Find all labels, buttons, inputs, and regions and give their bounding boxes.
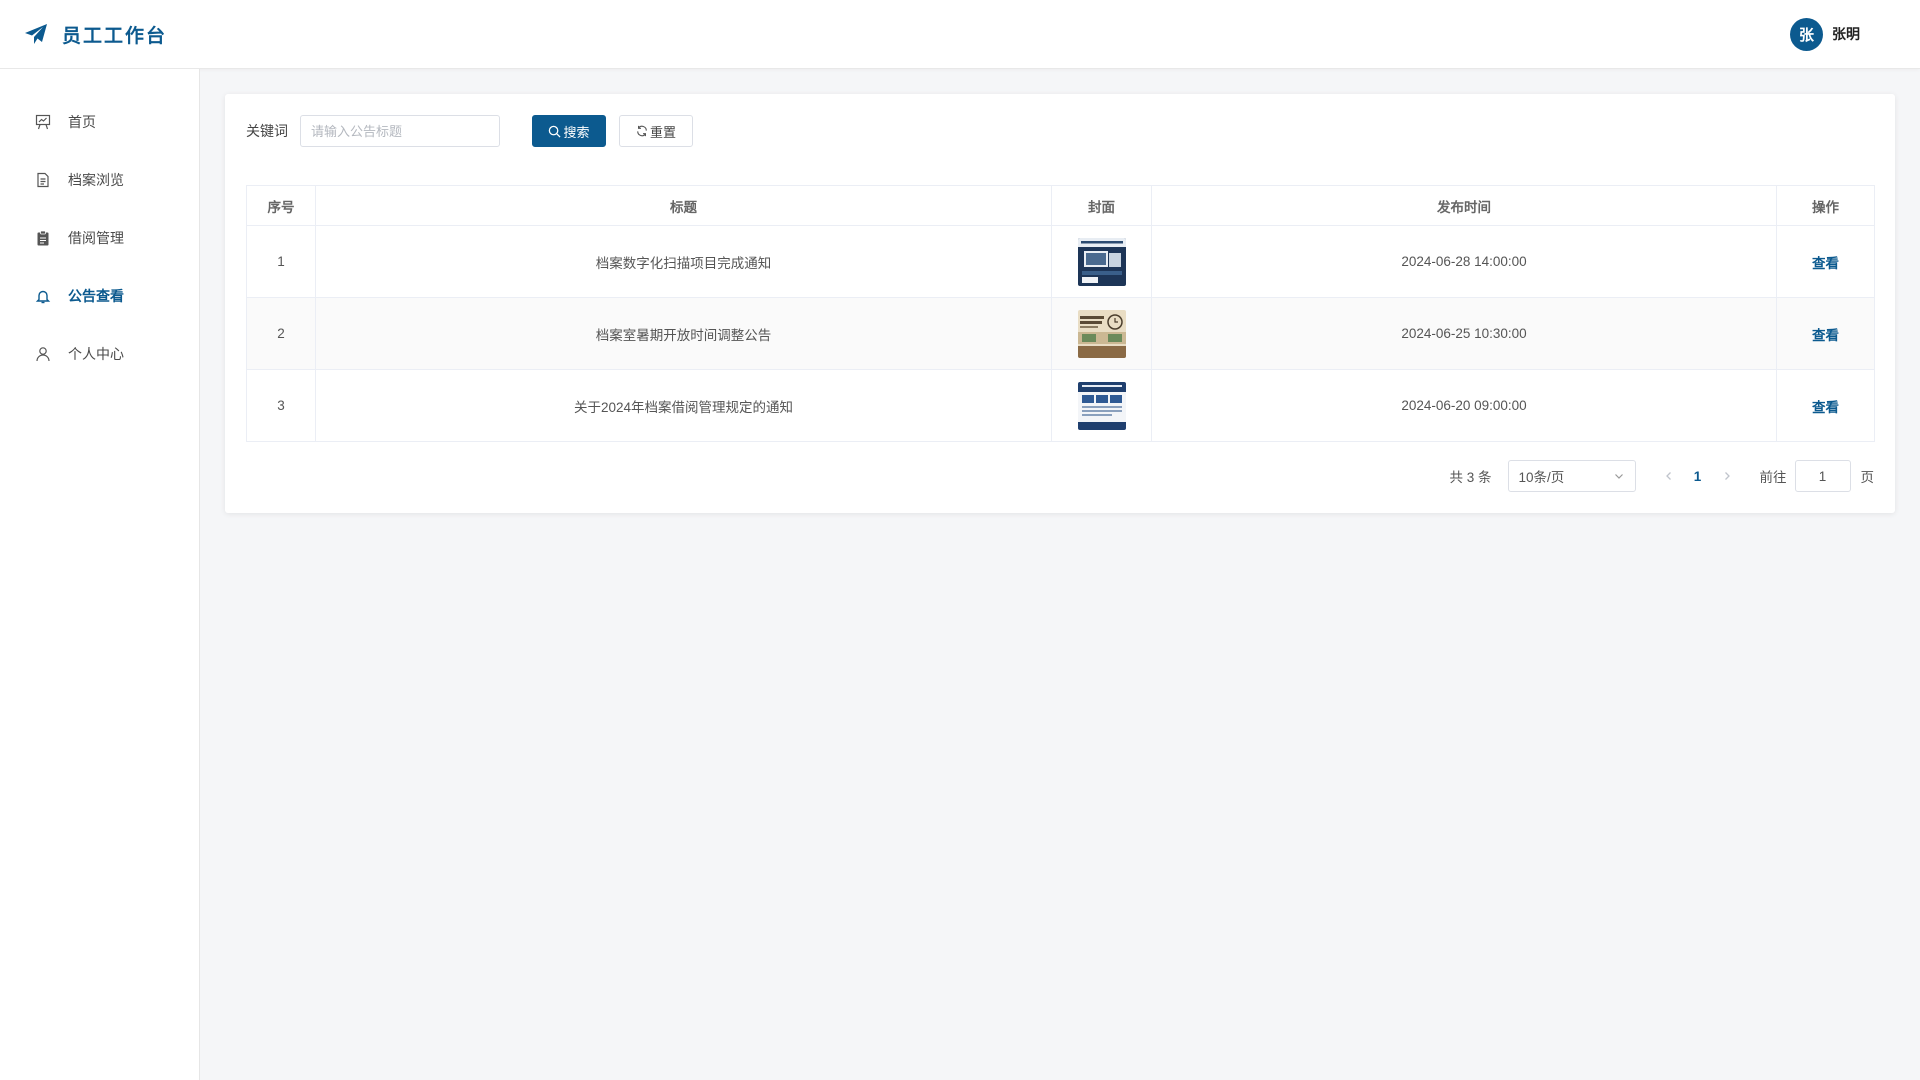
app-title: 员工工作台	[62, 25, 168, 47]
sidebar-item-label: 首页	[68, 114, 96, 130]
sidebar-item-profile[interactable]: 个人中心	[0, 325, 199, 383]
announcement-card: 关键词 搜索 重置 序号 标题 封面	[225, 94, 1895, 513]
row-action: 查看	[1776, 297, 1875, 370]
user-icon	[34, 345, 52, 363]
sidebar-item-announcements[interactable]: 公告查看	[0, 267, 199, 325]
column-header-action: 操作	[1776, 185, 1875, 226]
table-row: 1 档案数字化扫描项目完成通知 2024-06-28 14:00:00 查看	[246, 225, 1875, 298]
page-number-current[interactable]: 1	[1680, 469, 1716, 484]
column-header-index: 序号	[246, 185, 316, 226]
next-page-button[interactable]	[1716, 462, 1738, 490]
row-title: 档案数字化扫描项目完成通知	[315, 225, 1052, 298]
bell-icon	[34, 287, 52, 305]
view-link[interactable]: 查看	[1812, 328, 1839, 343]
chevron-right-icon	[1724, 472, 1730, 480]
user-name[interactable]: 张明	[1832, 24, 1860, 44]
cover-thumbnail[interactable]	[1077, 309, 1126, 358]
column-header-cover: 封面	[1051, 185, 1152, 226]
row-index: 2	[246, 297, 316, 370]
sidebar: 首页 档案浏览 借阅管理 公告查看 个人中心	[0, 69, 200, 1080]
keyword-label: 关键词	[246, 123, 288, 139]
reset-button-label: 重置	[649, 124, 676, 140]
view-link[interactable]: 查看	[1812, 400, 1839, 415]
refresh-icon	[637, 125, 647, 137]
row-published: 2024-06-25 10:30:00	[1151, 297, 1777, 370]
clipboard-icon	[34, 229, 52, 247]
column-header-published: 发布时间	[1151, 185, 1777, 226]
view-link[interactable]: 查看	[1812, 256, 1839, 271]
sidebar-item-borrow[interactable]: 借阅管理	[0, 209, 199, 267]
search-button-label: 搜索	[563, 124, 590, 140]
row-action: 查看	[1776, 225, 1875, 298]
presentation-icon	[34, 113, 52, 131]
chevron-left-icon	[1665, 472, 1671, 480]
sidebar-item-label: 公告查看	[68, 288, 124, 304]
row-cover	[1051, 297, 1152, 370]
column-header-title: 标题	[315, 185, 1052, 226]
table-header-row: 序号 标题 封面 发布时间 操作	[246, 185, 1875, 226]
search-bar: 关键词 搜索 重置	[246, 115, 693, 147]
page-suffix: 页	[1860, 470, 1875, 485]
user-menu[interactable]: 张 张明	[1790, 17, 1860, 51]
row-published: 2024-06-20 09:00:00	[1151, 369, 1777, 442]
table-row: 3 关于2024年档案借阅管理规定的通知 2024-06-20 09:00:00…	[246, 369, 1875, 442]
keyword-input[interactable]	[300, 115, 500, 147]
sidebar-item-label: 借阅管理	[68, 230, 124, 246]
top-header: 员工工作台 张 张明	[0, 0, 1920, 69]
table-row: 2 档案室暑期开放时间调整公告 2024-06-25 10:30:00 查看	[246, 297, 1875, 370]
row-title: 关于2024年档案借阅管理规定的通知	[315, 369, 1052, 442]
goto-label: 前往	[1759, 470, 1787, 485]
paper-plane-icon	[24, 23, 48, 45]
reset-button[interactable]: 重置	[619, 115, 693, 147]
goto-page-input[interactable]	[1794, 460, 1851, 492]
page-size-value: 10条/页	[1518, 470, 1565, 485]
brand[interactable]: 员工工作台	[24, 21, 167, 48]
search-icon	[549, 125, 562, 138]
cover-thumbnail[interactable]	[1077, 381, 1126, 430]
total-count: 共 3 条	[1449, 470, 1492, 485]
sidebar-item-home[interactable]: 首页	[0, 93, 199, 151]
row-title: 档案室暑期开放时间调整公告	[315, 297, 1052, 370]
search-button[interactable]: 搜索	[532, 115, 606, 147]
row-published: 2024-06-28 14:00:00	[1151, 225, 1777, 298]
pagination: 共 3 条 10条/页 1 前往 页	[1449, 460, 1874, 492]
sidebar-item-label: 档案浏览	[68, 172, 124, 188]
sidebar-item-archive-browse[interactable]: 档案浏览	[0, 151, 199, 209]
row-cover	[1051, 225, 1152, 298]
row-index: 3	[246, 369, 316, 442]
prev-page-button[interactable]	[1658, 462, 1680, 490]
page-size-select[interactable]: 10条/页	[1507, 460, 1636, 492]
avatar[interactable]: 张	[1790, 17, 1823, 51]
announcement-table: 序号 标题 封面 发布时间 操作 1 档案数字化扫描项目完成通知 2024-06…	[246, 185, 1875, 442]
row-action: 查看	[1776, 369, 1875, 442]
row-index: 1	[246, 225, 316, 298]
row-cover	[1051, 369, 1152, 442]
document-icon	[34, 171, 52, 189]
chevron-down-icon	[1614, 474, 1623, 479]
cover-thumbnail[interactable]	[1077, 237, 1126, 286]
sidebar-item-label: 个人中心	[68, 346, 124, 362]
